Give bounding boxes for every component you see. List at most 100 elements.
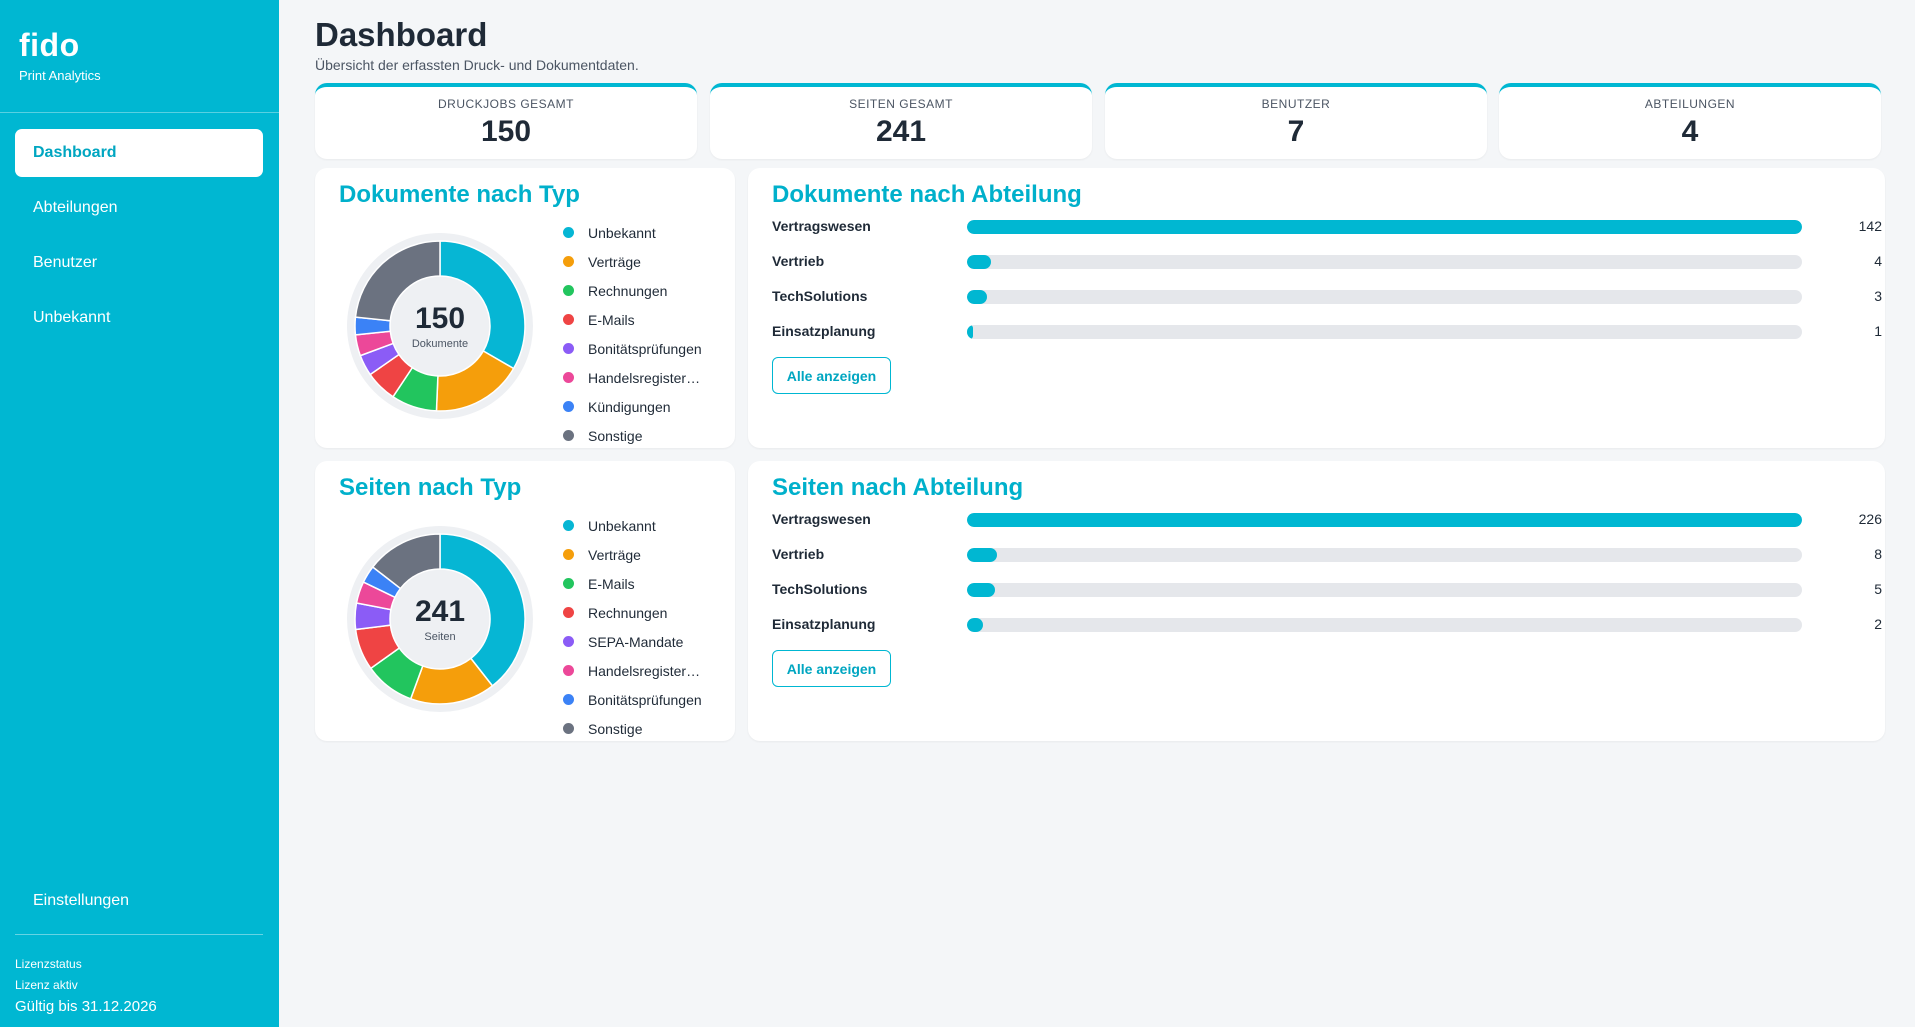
legend-label: Sonstige (588, 720, 643, 737)
legend-label: Bonitätsprüfungen (588, 691, 702, 708)
bar-track (967, 548, 1802, 562)
kpi-value: 150 (480, 115, 532, 148)
legend-dot-icon (563, 401, 574, 412)
bar-fill (967, 513, 1802, 527)
bar-value: 3 (1874, 288, 1882, 304)
bar-fill (967, 548, 997, 562)
bar-value: 226 (1858, 511, 1882, 527)
show-all-button[interactable]: Alle anzeigen (772, 357, 891, 394)
sidebar-item-abteilungen[interactable]: Abteilungen (15, 184, 263, 232)
legend-dot-icon (563, 694, 574, 705)
bar-fill (967, 290, 987, 304)
legend-item[interactable]: Rechnungen (563, 598, 733, 627)
legend-label: Rechnungen (588, 282, 668, 299)
legend-label: Verträge (588, 546, 641, 563)
bar-value: 8 (1874, 546, 1882, 562)
donut-chart-pages: 241 Seiten (345, 524, 535, 714)
page-title: Dashboard (315, 16, 488, 53)
legend-dot-icon (563, 314, 574, 325)
card-page-type: Seiten nach Typ 241 Seiten Unbekannt Vert… (315, 461, 735, 741)
kpi-label: SEITEN GESAMT (849, 97, 953, 111)
legend-dot-icon (563, 256, 574, 267)
license-valid-until: Gültig bis 31.12.2026 (15, 998, 157, 1015)
legend-dot-icon (563, 430, 574, 441)
legend-dot-icon (563, 723, 574, 734)
legend-label: Kündigungen (588, 398, 671, 415)
legend-dot-icon (563, 578, 574, 589)
bar-value: 5 (1874, 581, 1882, 597)
legend-item[interactable]: Sonstige (563, 714, 733, 743)
legend-item[interactable]: E-Mails (563, 569, 733, 598)
legend-item[interactable]: Handelsregistera... (563, 656, 733, 685)
bar-track (967, 583, 1802, 597)
sidebar-item-dashboard[interactable]: Dashboard (15, 129, 263, 177)
bar-track (967, 513, 1802, 527)
license-state: Lizenz aktiv (15, 978, 78, 992)
legend-item[interactable]: Bonitätsprüfungen (563, 334, 733, 363)
legend-item[interactable]: SEPA-Mandate (563, 627, 733, 656)
kpi-label: BENUTZER (1261, 97, 1331, 111)
legend-item[interactable]: Verträge (563, 540, 733, 569)
bar-fill (967, 583, 995, 597)
legend-item[interactable]: Rechnungen (563, 276, 733, 305)
legend-item[interactable]: Handelsregistera... (563, 363, 733, 392)
sidebar-item-settings[interactable]: Einstellungen (33, 892, 129, 910)
legend-label: Handelsregistera... (588, 662, 703, 679)
card-page-dept: Seiten nach Abteilung Alle anzeigen Vert… (748, 461, 1885, 741)
brand-logo[interactable]: fido (19, 26, 101, 64)
legend-item[interactable]: Bonitätsprüfungen (563, 685, 733, 714)
bar-label: Einsatzplanung (772, 616, 876, 632)
legend-label: Unbekannt (588, 224, 656, 241)
card-title: Dokumente nach Typ (339, 181, 580, 208)
legend-item[interactable]: Kündigungen (563, 392, 733, 421)
chart-legend: Unbekannt Verträge E-Mails Rechnungen SEPA-M… (563, 511, 733, 743)
bar-row: Vertragswesen 142 (772, 216, 1882, 236)
legend-item[interactable]: Verträge (563, 247, 733, 276)
legend-dot-icon (563, 549, 574, 560)
bar-value: 2 (1874, 616, 1882, 632)
kpi-value: 7 (1287, 115, 1305, 148)
donut-caption: Dokumente (411, 337, 469, 350)
sidebar-nav: Dashboard Abteilungen Benutzer Unbekannt (15, 129, 263, 349)
donut-total: 150 (414, 301, 466, 335)
bar-label: Vertragswesen (772, 511, 871, 527)
sidebar-item-benutzer[interactable]: Benutzer (15, 239, 263, 287)
show-all-button[interactable]: Alle anzeigen (772, 650, 891, 687)
legend-item[interactable]: Unbekannt (563, 511, 733, 540)
card-title: Seiten nach Typ (339, 474, 522, 501)
legend-dot-icon (563, 607, 574, 618)
sidebar-divider (0, 112, 279, 113)
license-status: Lizenzstatus Lizenz aktiv Gültig bis 31.… (15, 954, 157, 1017)
kpi-value: 241 (875, 115, 927, 148)
chart-legend: Unbekannt Verträge Rechnungen E-Mails Bonitä… (563, 218, 733, 450)
bar-track (967, 220, 1802, 234)
bar-value: 142 (1858, 218, 1882, 234)
legend-item[interactable]: E-Mails (563, 305, 733, 334)
license-title: Lizenzstatus (15, 957, 82, 971)
legend-dot-icon (563, 343, 574, 354)
bar-label: Einsatzplanung (772, 323, 876, 339)
kpi-seiten: SEITEN GESAMT 241 (710, 83, 1092, 159)
page-subtitle: Übersicht der erfassten Druck- und Dokum… (315, 57, 639, 73)
legend-item[interactable]: Unbekannt (563, 218, 733, 247)
bar-label: Vertragswesen (772, 218, 871, 234)
bar-fill (967, 618, 983, 632)
bar-value: 4 (1874, 253, 1882, 269)
bar-fill (967, 255, 991, 269)
legend-label: SEPA-Mandate (588, 633, 684, 650)
bar-label: TechSolutions (772, 581, 868, 597)
legend-item[interactable]: Sonstige (563, 421, 733, 450)
legend-dot-icon (563, 227, 574, 238)
bar-label: Vertrieb (772, 253, 825, 269)
bar-track (967, 255, 1802, 269)
legend-label: Verträge (588, 253, 641, 270)
donut-caption: Seiten (424, 630, 456, 643)
kpi-druckjobs: DRUCKJOBS GESAMT 150 (315, 83, 697, 159)
brand: fido Print Analytics (19, 26, 101, 83)
sidebar-item-unbekannt[interactable]: Unbekannt (15, 294, 263, 342)
card-doc-type: Dokumente nach Typ 150 Dokumente Unbekan… (315, 168, 735, 448)
donut-center: 150 Dokumente (345, 231, 535, 421)
bar-label: TechSolutions (772, 288, 868, 304)
donut-chart-documents: 150 Dokumente (345, 231, 535, 421)
bar-label: Vertrieb (772, 546, 825, 562)
